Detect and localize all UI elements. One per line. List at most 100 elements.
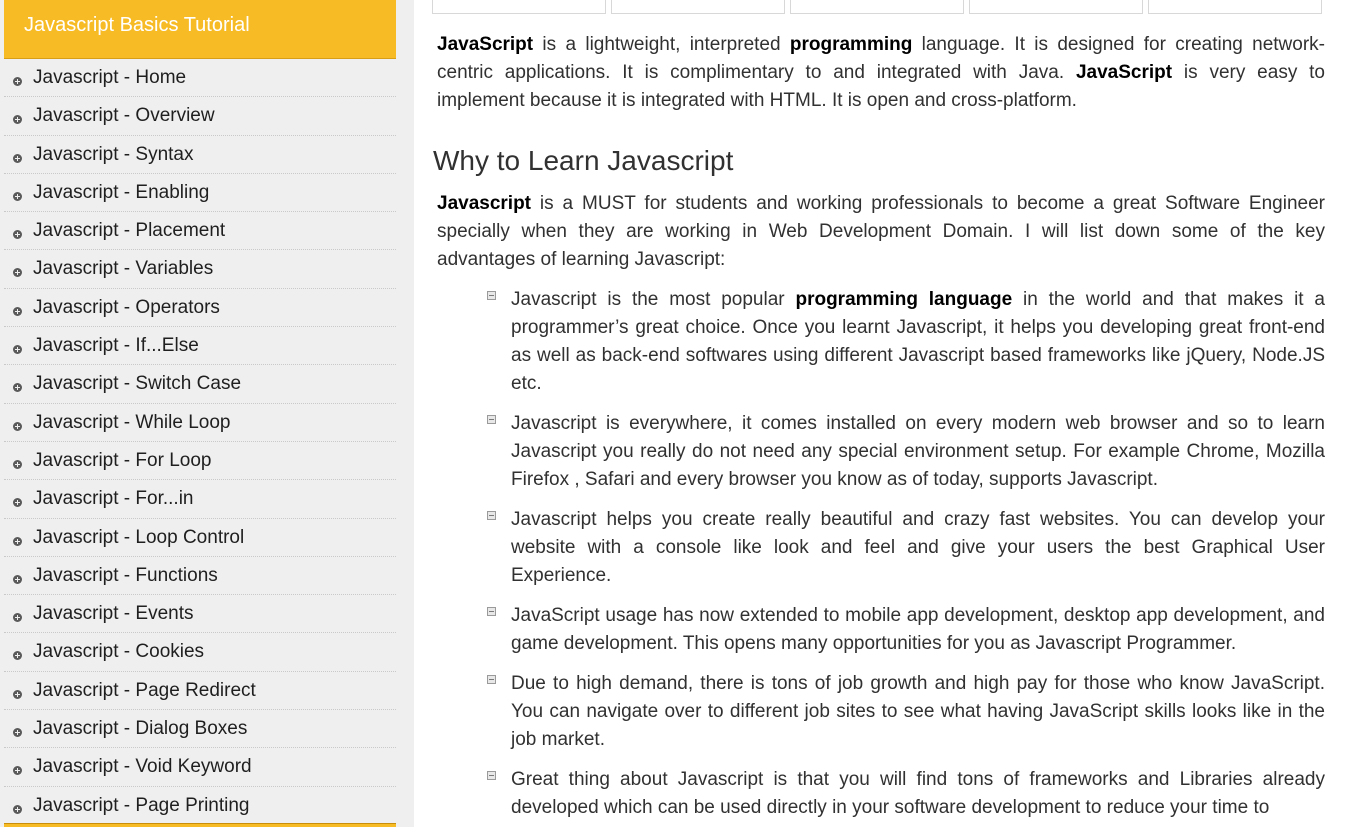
- plus-circle-icon: [13, 574, 22, 584]
- plus-circle-icon: [13, 191, 22, 201]
- top-tab[interactable]: [611, 0, 785, 14]
- sidebar-item-page-printing[interactable]: Javascript - Page Printing: [4, 787, 396, 825]
- plus-circle-icon: [13, 459, 22, 469]
- sidebar-item-enabling[interactable]: Javascript - Enabling: [4, 174, 396, 213]
- text: Javascript is everywhere, it comes insta…: [511, 413, 1325, 490]
- sidebar-link[interactable]: Javascript - Variables: [33, 258, 213, 280]
- plus-circle-icon: [13, 383, 22, 393]
- sidebar-link[interactable]: Javascript - Syntax: [33, 144, 194, 166]
- square-bullet-icon: [487, 771, 496, 780]
- sidebar-title: Javascript Basics Tutorial: [24, 14, 250, 36]
- sidebar-item-if-else[interactable]: Javascript - If...Else: [4, 327, 396, 366]
- square-bullet-icon: [487, 415, 496, 424]
- plus-circle-icon: [13, 728, 22, 738]
- sidebar-link[interactable]: Javascript - Placement: [33, 220, 225, 242]
- why-paragraph: Javascript is a MUST for students and wo…: [437, 190, 1325, 274]
- sidebar-item-overview[interactable]: Javascript - Overview: [4, 97, 396, 136]
- list-item: Due to high demand, there is tons of job…: [487, 670, 1325, 754]
- plus-circle-icon: [13, 77, 22, 86]
- sidebar-item-switch-case[interactable]: Javascript - Switch Case: [4, 365, 396, 404]
- bold-term: programming: [789, 34, 913, 55]
- sidebar-item-dialog-boxes[interactable]: Javascript - Dialog Boxes: [4, 710, 396, 749]
- sidebar-item-loop-control[interactable]: Javascript - Loop Control: [4, 519, 396, 557]
- sidebar-link[interactable]: Javascript - Operators: [33, 297, 220, 319]
- sidebar-link[interactable]: Javascript - Switch Case: [33, 373, 241, 395]
- sidebar-item-variables[interactable]: Javascript - Variables: [4, 250, 396, 289]
- text: Javascript is the most popular: [511, 289, 796, 310]
- sidebar-item-events[interactable]: Javascript - Events: [4, 595, 396, 634]
- top-tab[interactable]: [790, 0, 964, 14]
- plus-circle-icon: [13, 498, 22, 508]
- sidebar-link[interactable]: Javascript - Void Keyword: [33, 756, 252, 778]
- plus-circle-icon: [13, 115, 22, 125]
- text: is a lightweight, interpreted: [533, 34, 790, 55]
- plus-circle-icon: [13, 306, 22, 316]
- sidebar-link[interactable]: Javascript - Cookies: [33, 641, 204, 663]
- bold-term: JavaScript: [1075, 62, 1173, 83]
- square-bullet-icon: [487, 675, 496, 684]
- plus-circle-icon: [13, 766, 22, 776]
- text: Javascript helps you create really beaut…: [511, 509, 1325, 586]
- sidebar-next-section-bar: [4, 823, 396, 827]
- square-bullet-icon: [487, 511, 496, 520]
- top-tab[interactable]: [1148, 0, 1322, 14]
- advantages-list: Javascript is the most popular programmi…: [487, 286, 1325, 822]
- sidebar-item-for-in[interactable]: Javascript - For...in: [4, 480, 396, 519]
- sidebar-item-syntax[interactable]: Javascript - Syntax: [4, 136, 396, 174]
- list-item: Great thing about Javascript is that you…: [487, 766, 1325, 822]
- text: is a MUST for students and working profe…: [437, 193, 1325, 270]
- sidebar-link[interactable]: Javascript - Dialog Boxes: [33, 718, 247, 740]
- text: Due to high demand, there is tons of job…: [511, 673, 1325, 750]
- main-content: JavaScript is a lightweight, interpreted…: [433, 31, 1325, 827]
- section-heading: Why to Learn Javascript: [433, 145, 734, 176]
- plus-circle-icon: [13, 268, 22, 278]
- sidebar-link[interactable]: Javascript - Home: [33, 67, 186, 89]
- sidebar-header: Javascript Basics Tutorial: [4, 0, 396, 59]
- plus-circle-icon: [13, 536, 22, 546]
- sidebar-item-page-redirect[interactable]: Javascript - Page Redirect: [4, 672, 396, 711]
- square-bullet-icon: [487, 291, 496, 300]
- top-tab-strip: [432, 0, 1324, 14]
- square-bullet-icon: [487, 607, 496, 616]
- sidebar-link[interactable]: Javascript - For Loop: [33, 450, 211, 472]
- sidebar-link[interactable]: Javascript - While Loop: [33, 412, 230, 434]
- plus-circle-icon: [13, 804, 22, 814]
- sidebar-item-placement[interactable]: Javascript - Placement: [4, 212, 396, 251]
- sidebar-link[interactable]: Javascript - If...Else: [33, 335, 199, 357]
- plus-circle-icon: [13, 421, 22, 431]
- sidebar-menu: Javascript - Home Javascript - Overview …: [4, 59, 396, 825]
- top-tab[interactable]: [432, 0, 606, 14]
- plus-circle-icon: [13, 651, 22, 661]
- sidebar-link[interactable]: Javascript - Page Printing: [33, 795, 250, 817]
- intro-paragraph: JavaScript is a lightweight, interpreted…: [437, 31, 1325, 115]
- sidebar-item-cookies[interactable]: Javascript - Cookies: [4, 633, 396, 672]
- sidebar-link[interactable]: Javascript - Loop Control: [33, 527, 244, 549]
- sidebar: Javascript Basics Tutorial Javascript - …: [0, 0, 414, 827]
- sidebar-item-functions[interactable]: Javascript - Functions: [4, 557, 396, 596]
- list-item: Javascript helps you create really beaut…: [487, 506, 1325, 590]
- sidebar-item-while-loop[interactable]: Javascript - While Loop: [4, 404, 396, 442]
- sidebar-link[interactable]: Javascript - Functions: [33, 565, 218, 587]
- sidebar-link[interactable]: Javascript - Page Redirect: [33, 680, 256, 702]
- plus-circle-icon: [13, 230, 22, 240]
- sidebar-item-void-keyword[interactable]: Javascript - Void Keyword: [4, 748, 396, 787]
- sidebar-item-home[interactable]: Javascript - Home: [4, 59, 396, 98]
- list-item: Javascript is the most popular programmi…: [487, 286, 1325, 398]
- sidebar-item-for-loop[interactable]: Javascript - For Loop: [4, 442, 396, 481]
- sidebar-link[interactable]: Javascript - Events: [33, 603, 194, 625]
- sidebar-link[interactable]: Javascript - Overview: [33, 105, 215, 127]
- sidebar-link[interactable]: Javascript - Enabling: [33, 182, 209, 204]
- sidebar-link[interactable]: Javascript - For...in: [33, 488, 194, 510]
- bold-term: JavaScript: [437, 34, 534, 55]
- bold-term: programming language: [795, 289, 1013, 310]
- bold-term: Javascript: [437, 193, 532, 214]
- list-item: JavaScript usage has now extended to mob…: [487, 602, 1325, 658]
- text: Great thing about Javascript is that you…: [511, 769, 1325, 818]
- sidebar-item-operators[interactable]: Javascript - Operators: [4, 289, 396, 328]
- plus-circle-icon: [13, 689, 22, 699]
- plus-circle-icon: [13, 345, 22, 355]
- top-tab[interactable]: [969, 0, 1143, 14]
- list-item: Javascript is everywhere, it comes insta…: [487, 410, 1325, 494]
- plus-circle-icon: [13, 153, 22, 163]
- text: JavaScript usage has now extended to mob…: [511, 605, 1325, 654]
